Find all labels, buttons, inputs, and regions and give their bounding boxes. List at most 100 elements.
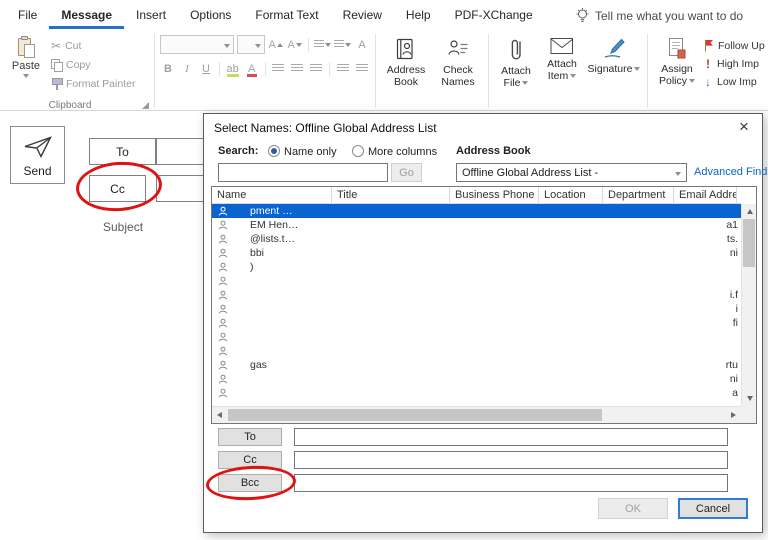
bold-button[interactable]: B [160, 60, 176, 77]
assign-policy-button[interactable]: Assign Policy [653, 33, 701, 98]
low-importance-label: Low Imp [717, 76, 757, 88]
list-item-email: ni [730, 373, 741, 385]
decrease-indent-button[interactable] [335, 60, 351, 77]
font-size-select[interactable] [237, 35, 264, 54]
clipboard-icon [17, 36, 35, 58]
list-item[interactable]: gasrtu [212, 358, 741, 372]
underline-button[interactable]: U [198, 60, 214, 77]
clipboard-dialog-launcher-icon[interactable] [142, 102, 149, 109]
address-book-button[interactable]: Address Book [381, 33, 431, 98]
to-button[interactable]: To [218, 428, 282, 446]
tab-pdf-xchange[interactable]: PDF-XChange [443, 0, 545, 29]
paste-button[interactable]: Paste [5, 33, 47, 98]
list-header: NameTitleBusiness PhoneLocationDepartmen… [212, 187, 741, 204]
scroll-left-icon[interactable] [212, 407, 227, 423]
align-right-icon [310, 64, 322, 73]
italic-button[interactable]: I [179, 60, 195, 77]
numbering-button[interactable] [334, 36, 351, 53]
list-item[interactable] [212, 344, 741, 358]
tab-file[interactable]: File [6, 0, 49, 29]
scroll-up-icon[interactable] [742, 204, 757, 219]
scroll-right-icon[interactable] [726, 407, 741, 423]
attach-item-button[interactable]: Attach Item [540, 33, 584, 98]
tab-options[interactable]: Options [178, 0, 243, 29]
copy-button[interactable]: Copy [51, 57, 135, 72]
low-importance-button[interactable]: ↓ Low Imp [703, 74, 768, 89]
highlight-button[interactable]: ab [225, 60, 241, 77]
cc-compose-field[interactable] [156, 175, 208, 202]
bullets-button[interactable] [314, 36, 331, 53]
align-center-button[interactable] [289, 60, 305, 77]
scroll-down-icon[interactable] [742, 391, 757, 406]
horizontal-scroll-thumb[interactable] [228, 409, 602, 421]
font-family-select[interactable] [160, 35, 234, 54]
to-compose-field[interactable] [156, 138, 208, 165]
list-item[interactable]: a [212, 386, 741, 400]
column-header-email-address[interactable]: Email Address [674, 187, 737, 203]
address-listbox: NameTitleBusiness PhoneLocationDepartmen… [211, 186, 757, 424]
align-right-button[interactable] [308, 60, 324, 77]
radio-more-columns-label[interactable]: More columns [368, 146, 437, 158]
list-item[interactable] [212, 274, 741, 288]
close-icon[interactable]: × [732, 116, 756, 138]
column-header-title[interactable]: Title [332, 187, 450, 203]
ok-button[interactable]: OK [598, 498, 668, 519]
cancel-button[interactable]: Cancel [678, 498, 748, 519]
check-names-button[interactable]: Check Names [433, 33, 483, 98]
ribbon-tab-row: FileMessageInsertOptionsFormat TextRevie… [0, 0, 768, 29]
radio-name-only-label[interactable]: Name only [284, 146, 337, 158]
tab-message[interactable]: Message [49, 0, 124, 29]
column-header-department[interactable]: Department [603, 187, 674, 203]
vertical-scroll-thumb[interactable] [743, 219, 755, 267]
chevron-down-icon [570, 74, 576, 78]
font-color-button[interactable]: A [244, 60, 260, 77]
follow-up-button[interactable]: Follow Up [703, 38, 768, 53]
font-group: A A A B I U ab A [157, 31, 373, 111]
format-painter-button[interactable]: Format Painter [51, 76, 135, 91]
tab-insert[interactable]: Insert [124, 0, 178, 29]
attach-file-button[interactable]: Attach File [494, 33, 538, 98]
list-item[interactable]: i.f [212, 288, 741, 302]
address-book-select[interactable]: Offline Global Address List - [456, 163, 687, 182]
tell-me[interactable]: Tell me what you want to do [576, 8, 743, 23]
column-header-name[interactable]: Name [212, 187, 332, 203]
list-item[interactable]: bbini [212, 246, 741, 260]
caret-down-icon [296, 43, 302, 47]
signature-button[interactable]: Signature [586, 33, 642, 98]
column-header-location[interactable]: Location [539, 187, 603, 203]
clear-formatting-button[interactable]: A [354, 36, 370, 53]
bcc-field[interactable] [294, 474, 728, 492]
go-button[interactable]: Go [391, 163, 422, 182]
list-item-name: EM Hen… [250, 219, 345, 231]
horizontal-scrollbar[interactable] [212, 406, 741, 423]
increase-indent-button[interactable] [354, 60, 370, 77]
list-item[interactable]: ) [212, 260, 741, 274]
tab-format-text[interactable]: Format Text [243, 0, 330, 29]
ribbon: FileMessageInsertOptionsFormat TextRevie… [0, 0, 768, 111]
list-item[interactable]: i [212, 302, 741, 316]
grow-font-button[interactable]: A [268, 36, 284, 53]
cc-field[interactable] [294, 451, 728, 469]
to-field[interactable] [294, 428, 728, 446]
high-importance-button[interactable]: ! High Imp [703, 56, 768, 71]
column-header-business-phone[interactable]: Business Phone [450, 187, 539, 203]
list-item[interactable]: @lists.t…ts. [212, 232, 741, 246]
vertical-scrollbar[interactable] [741, 204, 756, 406]
list-item[interactable]: fi [212, 316, 741, 330]
align-left-button[interactable] [270, 60, 286, 77]
to-recipient-row: To [218, 428, 728, 446]
high-importance-icon: ! [703, 57, 713, 71]
tab-help[interactable]: Help [394, 0, 443, 29]
list-item[interactable]: ni [212, 372, 741, 386]
search-input[interactable] [218, 163, 388, 182]
list-item[interactable]: EM Hen…a1 [212, 218, 741, 232]
tab-review[interactable]: Review [331, 0, 394, 29]
list-item[interactable] [212, 330, 741, 344]
radio-more-columns[interactable] [352, 145, 364, 157]
advanced-find-link[interactable]: Advanced Find [694, 166, 767, 178]
send-button[interactable]: Send [10, 126, 65, 184]
radio-name-only[interactable] [268, 145, 280, 157]
list-item[interactable]: pment … [212, 204, 741, 218]
cut-button[interactable]: ✂ Cut [51, 38, 135, 53]
shrink-font-button[interactable]: A [287, 36, 303, 53]
